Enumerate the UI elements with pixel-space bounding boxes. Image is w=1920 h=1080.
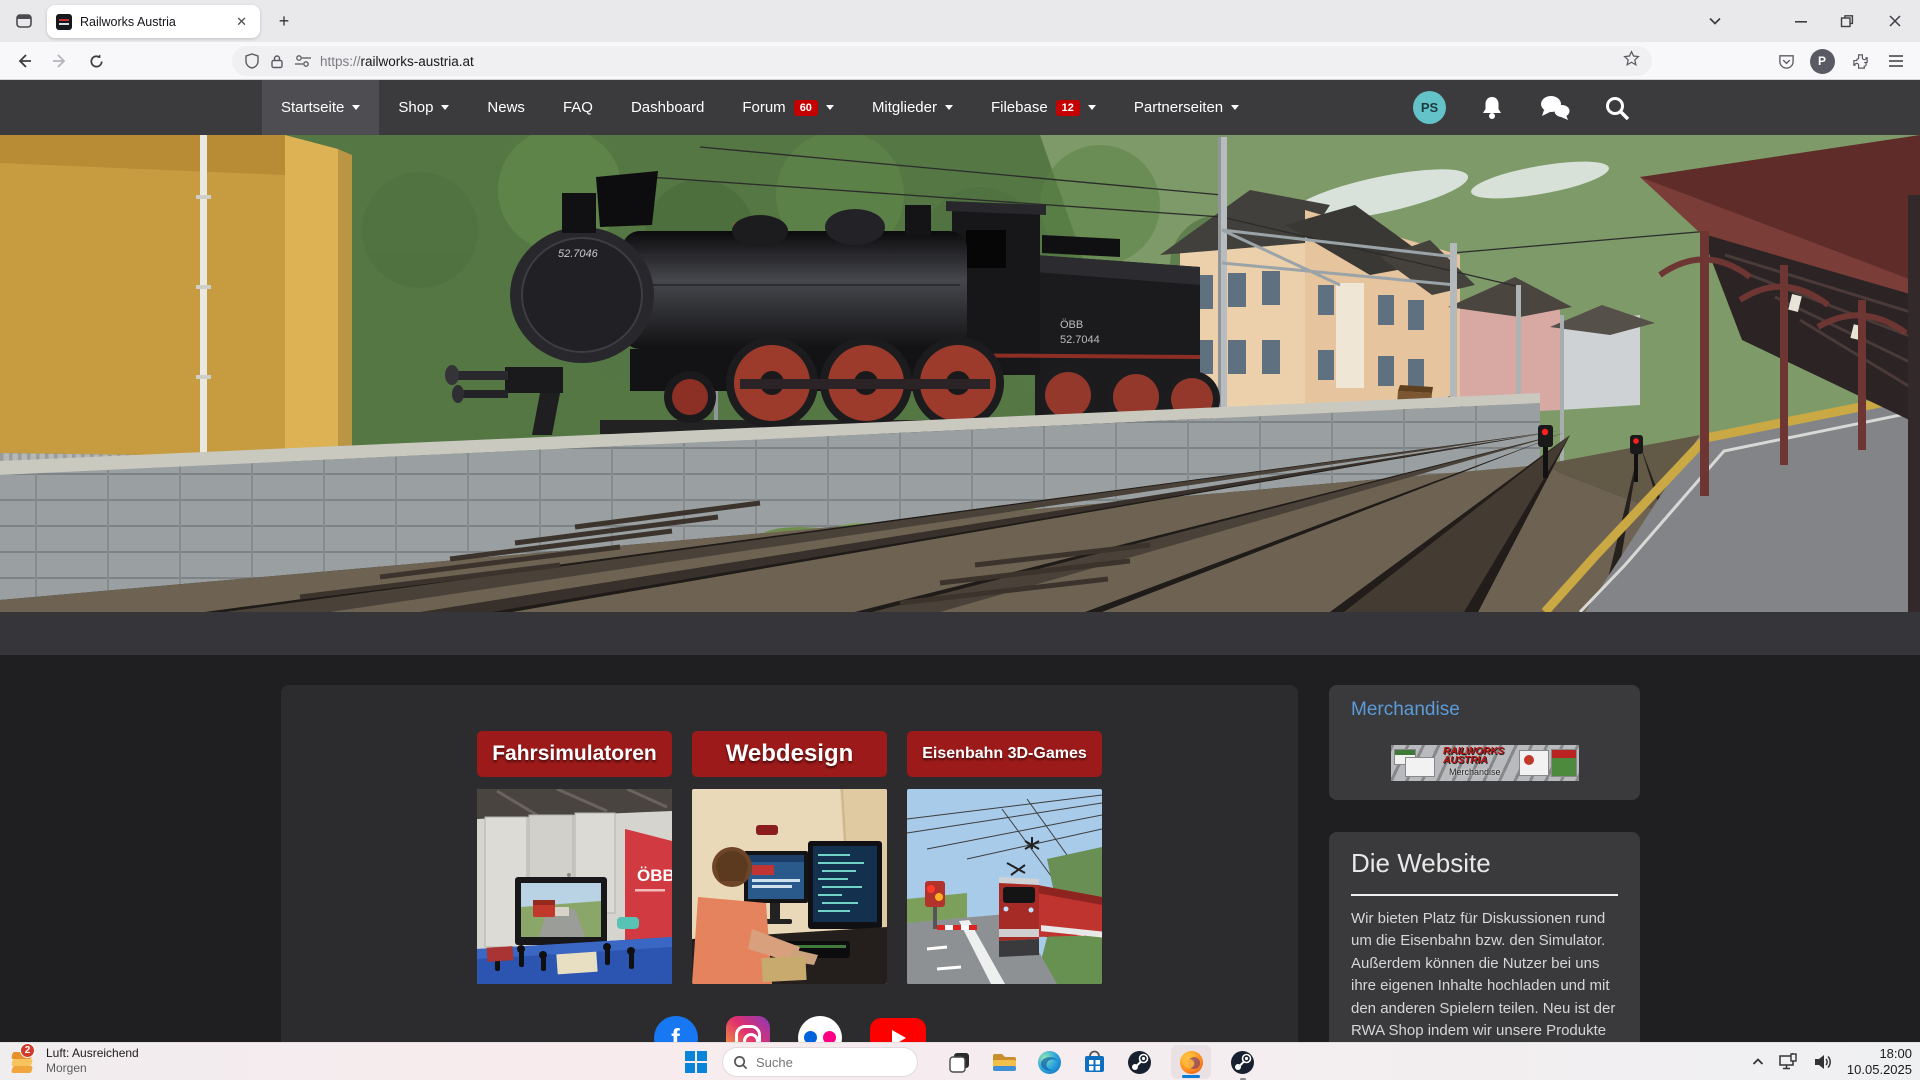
content-panel: Fahrsimulatoren Webdesign Eisenbahn 3D-G…: [281, 685, 1298, 1080]
nav-item-news[interactable]: News: [468, 80, 544, 135]
chevron-down-icon: [1088, 105, 1096, 110]
menu-hamburger-icon[interactable]: [1882, 47, 1910, 75]
extensions-icon[interactable]: [1846, 47, 1874, 75]
conversations-icon[interactable]: [1538, 95, 1570, 121]
pocket-icon[interactable]: [1772, 47, 1800, 75]
taskbar-search[interactable]: [722, 1047, 918, 1077]
website-card-title: Die Website: [1351, 848, 1491, 879]
website-card-text: Wir bieten Platz für Diskussionen rund u…: [1351, 908, 1619, 1042]
nav-item-shop[interactable]: Shop: [379, 80, 468, 135]
card-title-eisenbahn-3d-games[interactable]: Eisenbahn 3D-Games: [907, 731, 1102, 777]
svg-text:ÖBB: ÖBB: [1060, 319, 1083, 331]
site-navbar: Startseite Shop News FAQ Dashboard Forum…: [0, 80, 1920, 135]
firefox-view-icon[interactable]: [12, 9, 36, 33]
card-image-webdesign[interactable]: [692, 789, 887, 984]
merchandise-link[interactable]: Merchandise: [1351, 699, 1460, 721]
divider: [1351, 894, 1618, 896]
browser-tab-active[interactable]: Railworks Austria ✕: [47, 5, 260, 38]
tab-close-icon[interactable]: ✕: [232, 12, 251, 32]
steam-icon-running[interactable]: [1229, 1049, 1256, 1076]
merchandise-card: Merchandise RAILWORKSAUSTRIA Merchandise: [1329, 685, 1640, 800]
chevron-down-icon: [352, 105, 360, 110]
clock[interactable]: 18:00 10.05.2025: [1847, 1046, 1912, 1078]
chevron-down-icon: [441, 105, 449, 110]
nav-item-startseite[interactable]: Startseite: [262, 80, 379, 135]
svg-text:52.7044: 52.7044: [1060, 334, 1100, 346]
search-icon: [733, 1055, 748, 1070]
nav-item-forum[interactable]: Forum60: [723, 80, 853, 135]
firefox-icon-active[interactable]: [1171, 1045, 1211, 1079]
widgets-icon: 2: [8, 1046, 38, 1076]
notification-count-badge: 2: [20, 1043, 35, 1058]
reload-button[interactable]: [82, 47, 110, 75]
new-tab-button[interactable]: +: [272, 9, 296, 33]
hero-image: ÖBB 52.7044 52.7046: [0, 135, 1920, 612]
back-button[interactable]: [10, 47, 38, 75]
svg-text:ÖBB: ÖBB: [637, 866, 672, 885]
network-icon[interactable]: [1779, 1053, 1799, 1071]
clock-date: 10.05.2025: [1847, 1062, 1912, 1078]
nav-item-partnerseiten[interactable]: Partnerseiten: [1115, 80, 1258, 135]
weather-status: Luft: Ausreichend: [46, 1046, 139, 1061]
list-tabs-chevron-icon[interactable]: [1692, 0, 1738, 42]
steam-icon[interactable]: [1126, 1049, 1153, 1076]
clock-time: 18:00: [1847, 1046, 1912, 1062]
hero-bottom-strip: [0, 612, 1920, 655]
nav-item-faq[interactable]: FAQ: [544, 80, 612, 135]
weather-sub: Morgen: [46, 1061, 139, 1076]
window-restore-button[interactable]: [1824, 0, 1870, 42]
file-explorer-icon[interactable]: [991, 1049, 1018, 1076]
chevron-down-icon: [826, 105, 834, 110]
lock-icon[interactable]: [270, 54, 284, 69]
screen: Railworks Austria ✕ + https:/: [0, 0, 1920, 1080]
microsoft-store-icon[interactable]: [1081, 1049, 1108, 1076]
nav-item-dashboard[interactable]: Dashboard: [612, 80, 723, 135]
loco-number: 52.7046: [558, 248, 599, 260]
nav-item-filebase[interactable]: Filebase12: [972, 80, 1115, 135]
merchandise-banner[interactable]: RAILWORKSAUSTRIA Merchandise: [1391, 745, 1579, 781]
forward-button[interactable]: [46, 47, 74, 75]
url-text: https://railworks-austria.at: [320, 54, 474, 69]
tab-title: Railworks Austria: [80, 15, 232, 29]
permissions-icon[interactable]: [294, 54, 312, 68]
chevron-down-icon: [945, 105, 953, 110]
task-view-icon[interactable]: [946, 1049, 973, 1076]
volume-icon[interactable]: [1813, 1053, 1833, 1071]
address-bar[interactable]: https://railworks-austria.at: [232, 46, 1652, 76]
card-image-eisenbahn-3d-games[interactable]: [907, 789, 1102, 984]
weather-widget[interactable]: 2 Luft: Ausreichend Morgen: [8, 1046, 139, 1076]
forum-count-badge: 60: [794, 100, 818, 116]
bookmark-star-icon[interactable]: [1623, 50, 1640, 72]
user-avatar[interactable]: PS: [1413, 91, 1446, 124]
window-minimize-button[interactable]: [1778, 0, 1824, 42]
window-close-button[interactable]: [1872, 0, 1918, 42]
windows-taskbar: 2 Luft: Ausreichend Morgen: [0, 1042, 1920, 1080]
nav-item-mitglieder[interactable]: Mitglieder: [853, 80, 972, 135]
browser-tabstrip: Railworks Austria ✕ +: [0, 0, 1920, 42]
tray-chevron-icon[interactable]: [1751, 1055, 1765, 1069]
card-title-webdesign[interactable]: Webdesign: [692, 731, 887, 777]
tracking-shield-icon[interactable]: [244, 53, 260, 69]
start-button[interactable]: [683, 1049, 709, 1075]
profile-icon[interactable]: P: [1808, 47, 1836, 75]
search-icon[interactable]: [1604, 95, 1630, 121]
site-favicon: [56, 14, 72, 30]
edge-icon[interactable]: [1036, 1049, 1063, 1076]
filebase-count-badge: 12: [1056, 100, 1080, 116]
card-image-fahrsimulatoren[interactable]: ÖBB: [477, 789, 672, 984]
chevron-down-icon: [1231, 105, 1239, 110]
card-title-fahrsimulatoren[interactable]: Fahrsimulatoren: [477, 731, 672, 777]
taskbar-search-input[interactable]: [756, 1055, 886, 1070]
notifications-bell-icon[interactable]: [1480, 95, 1504, 121]
